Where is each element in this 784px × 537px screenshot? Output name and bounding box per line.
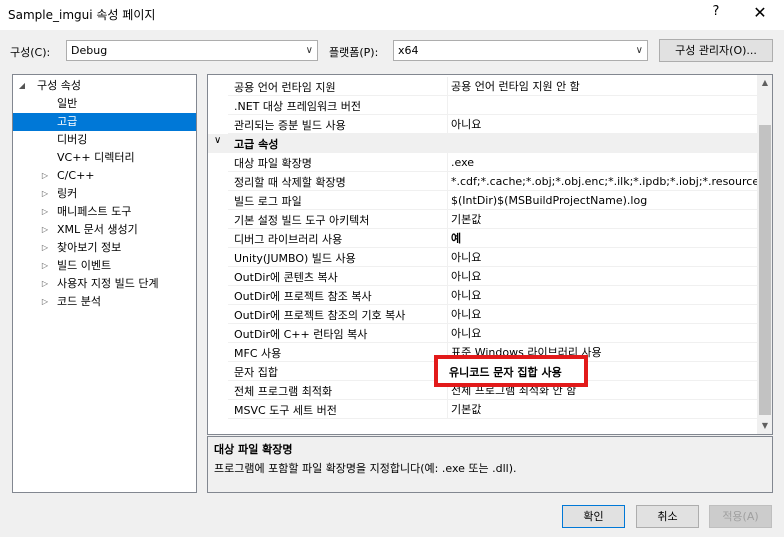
property-row[interactable]: OutDir에 콘텐츠 복사 아니요 — [208, 267, 757, 286]
description-panel: 대상 파일 확장명 프로그램에 포함할 파일 확장명을 지정합니다(예: .ex… — [207, 436, 773, 493]
section-title: 고급 속성 — [234, 138, 279, 151]
property-name: OutDir에 콘텐츠 복사 — [234, 271, 338, 284]
platform-dropdown[interactable]: x64 ∨ — [393, 40, 648, 61]
property-row[interactable]: MSVC 도구 세트 버전 기본값 — [208, 400, 757, 419]
collapsed-triangle-icon[interactable]: ▷ — [40, 239, 50, 257]
tree-item-xml-doc-generator[interactable]: ▷ XML 문서 생성기 — [13, 221, 196, 239]
property-value[interactable]: $(IntDir)$(MSBuildProjectName).log — [447, 191, 757, 210]
property-row[interactable]: 공용 언어 런타임 지원 공용 언어 런타임 지원 안 함 — [208, 77, 757, 96]
property-name: 공용 언어 런타임 지원 — [234, 81, 336, 94]
property-row[interactable]: .NET 대상 프레임워크 버전 — [208, 96, 757, 115]
apply-button[interactable]: 적용(A) — [709, 505, 772, 528]
property-value[interactable]: 아니요 — [447, 248, 757, 267]
config-value: Debug — [71, 44, 108, 57]
window-title: Sample_imgui 속성 페이지 — [8, 8, 156, 22]
property-value[interactable]: 아니요 — [447, 115, 757, 134]
property-tree: ◢ 구성 속성 일반 고급 디버깅 VC++ 디렉터리 ▷ C/C++ ▷ 링커… — [12, 74, 197, 493]
chevron-down-icon: ∨ — [635, 45, 643, 56]
property-value[interactable]: 예 — [447, 229, 757, 248]
platform-value: x64 — [398, 44, 419, 57]
scroll-up-arrow-icon[interactable]: ▲ — [757, 75, 772, 91]
property-row[interactable]: 디버그 라이브러리 사용 예 — [208, 229, 757, 248]
tree-item-manifest-tool[interactable]: ▷ 매니페스트 도구 — [13, 203, 196, 221]
tree-item-browse-information[interactable]: ▷ 찾아보기 정보 — [13, 239, 196, 257]
property-row[interactable]: 관리되는 증분 빌드 사용 아니요 — [208, 115, 757, 134]
property-name: 빌드 로그 파일 — [234, 195, 302, 208]
scrollbar-thumb[interactable] — [759, 125, 771, 415]
tree-item-config-properties[interactable]: ◢ 구성 속성 — [13, 77, 196, 95]
property-name: 문자 집합 — [234, 366, 278, 379]
tree-item-debugging[interactable]: 디버깅 — [13, 131, 196, 149]
property-row[interactable]: OutDir에 C++ 런타임 복사 아니요 — [208, 324, 757, 343]
property-row[interactable]: 빌드 로그 파일 $(IntDir)$(MSBuildProjectName).… — [208, 191, 757, 210]
red-highlight-box[interactable]: 유니코드 문자 집합 사용 — [434, 355, 588, 387]
property-row[interactable]: 기본 설정 빌드 도구 아키텍처 기본값 — [208, 210, 757, 229]
scroll-down-arrow-icon[interactable]: ▼ — [757, 418, 772, 434]
close-button[interactable]: ✕ — [748, 2, 772, 26]
collapsed-triangle-icon[interactable]: ▷ — [40, 221, 50, 239]
property-value[interactable]: 아니요 — [447, 305, 757, 324]
vertical-scrollbar[interactable]: ▲ ▼ — [757, 75, 772, 434]
property-value[interactable]: 기본값 — [447, 400, 757, 419]
property-name: 기본 설정 빌드 도구 아키텍처 — [234, 214, 370, 227]
description-body: 프로그램에 포함할 파일 확장명을 지정합니다(예: .exe 또는 .dll)… — [214, 462, 517, 475]
property-value[interactable]: 기본값 — [447, 210, 757, 229]
property-value[interactable]: 아니요 — [447, 286, 757, 305]
collapsed-triangle-icon[interactable]: ▷ — [40, 167, 50, 185]
tree-item-linker[interactable]: ▷ 링커 — [13, 185, 196, 203]
tree-item-build-events[interactable]: ▷ 빌드 이벤트 — [13, 257, 196, 275]
title-bar: Sample_imgui 속성 페이지 ? ✕ — [0, 0, 784, 30]
property-name: Unity(JUMBO) 빌드 사용 — [234, 252, 356, 265]
property-name: 관리되는 증분 빌드 사용 — [234, 119, 346, 132]
property-name: 대상 파일 확장명 — [234, 157, 312, 170]
character-set-value: 유니코드 문자 집합 사용 — [449, 366, 562, 379]
tree-item-c-cpp[interactable]: ▷ C/C++ — [13, 167, 196, 185]
platform-label: 플랫폼(P): — [329, 46, 379, 59]
property-name: 디버그 라이브러리 사용 — [234, 233, 343, 246]
property-name: OutDir에 프로젝트 참조 복사 — [234, 290, 372, 303]
section-header-advanced-properties[interactable]: ∨ 고급 속성 — [208, 134, 757, 153]
property-value[interactable]: 아니요 — [447, 324, 757, 343]
tree-item-advanced[interactable]: 고급 — [13, 113, 196, 131]
tree-item-general[interactable]: 일반 — [13, 95, 196, 113]
configuration-manager-button[interactable]: 구성 관리자(O)... — [659, 39, 773, 62]
collapsed-triangle-icon[interactable]: ▷ — [40, 293, 50, 311]
property-name: .NET 대상 프레임워크 버전 — [234, 100, 361, 113]
chevron-down-icon[interactable]: ∨ — [214, 135, 221, 146]
property-row[interactable]: OutDir에 프로젝트 참조 복사 아니요 — [208, 286, 757, 305]
property-row[interactable]: 정리할 때 삭제할 확장명 *.cdf;*.cache;*.obj;*.obj.… — [208, 172, 757, 191]
chevron-down-icon: ∨ — [305, 45, 313, 56]
property-value[interactable] — [447, 96, 757, 115]
property-name: OutDir에 프로젝트 참조의 기호 복사 — [234, 309, 406, 322]
config-label: 구성(C): — [10, 46, 51, 59]
property-name: OutDir에 C++ 런타임 복사 — [234, 328, 368, 341]
property-value[interactable]: 공용 언어 런타임 지원 안 함 — [447, 77, 757, 96]
cancel-button[interactable]: 취소 — [636, 505, 699, 528]
tree-item-custom-build-step[interactable]: ▷ 사용자 지정 빌드 단계 — [13, 275, 196, 293]
property-name: 전체 프로그램 최적화 — [234, 385, 333, 398]
property-row[interactable]: 대상 파일 확장명 .exe — [208, 153, 757, 172]
help-button[interactable]: ? — [706, 4, 726, 24]
property-name: MSVC 도구 세트 버전 — [234, 404, 337, 417]
tree-item-code-analysis[interactable]: ▷ 코드 분석 — [13, 293, 196, 311]
collapsed-triangle-icon[interactable]: ▷ — [40, 275, 50, 293]
config-dropdown[interactable]: Debug ∨ — [66, 40, 318, 61]
collapsed-triangle-icon[interactable]: ▷ — [40, 257, 50, 275]
collapsed-triangle-icon[interactable]: ▷ — [40, 185, 50, 203]
expanded-triangle-icon[interactable]: ◢ — [17, 77, 27, 95]
description-title: 대상 파일 확장명 — [214, 443, 293, 456]
property-value[interactable]: .exe — [447, 153, 757, 172]
ok-button[interactable]: 확인 — [562, 505, 625, 528]
property-value[interactable]: 아니요 — [447, 267, 757, 286]
property-value[interactable]: *.cdf;*.cache;*.obj;*.obj.enc;*.ilk;*.ip… — [447, 172, 757, 191]
property-name: 정리할 때 삭제할 확장명 — [234, 176, 346, 189]
collapsed-triangle-icon[interactable]: ▷ — [40, 203, 50, 221]
property-row[interactable]: Unity(JUMBO) 빌드 사용 아니요 — [208, 248, 757, 267]
property-row[interactable]: OutDir에 프로젝트 참조의 기호 복사 아니요 — [208, 305, 757, 324]
property-name: MFC 사용 — [234, 347, 282, 360]
tree-item-vc-directories[interactable]: VC++ 디렉터리 — [13, 149, 196, 167]
